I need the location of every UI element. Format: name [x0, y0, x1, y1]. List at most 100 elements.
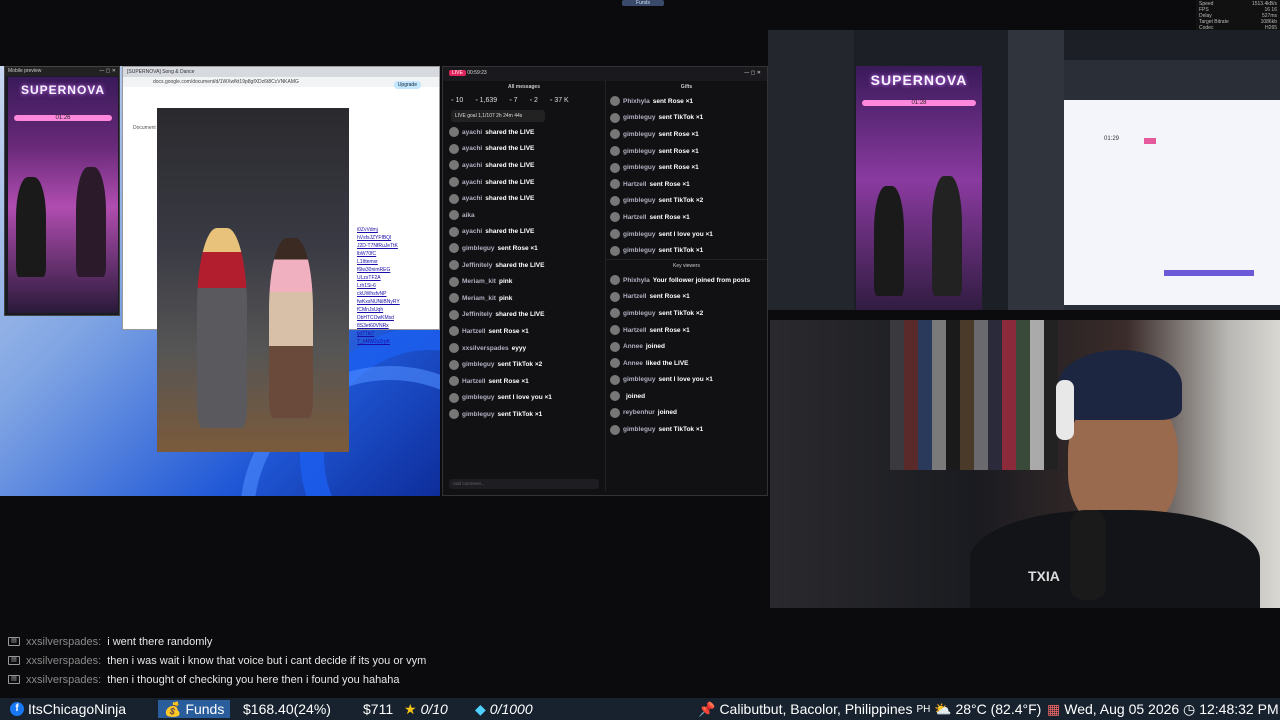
username[interactable]: gimbleguy — [623, 148, 656, 155]
live-goal[interactable]: LIVE goal 1,1/107 2h 24m 44s — [451, 110, 545, 122]
username[interactable]: gimbleguy — [623, 164, 656, 171]
document-link[interactable]: ckUWhsfvNP — [357, 291, 386, 297]
chat-message[interactable]: gimbleguy sent Rose ×1 — [445, 240, 603, 257]
chat-message[interactable]: reybenhur joined — [606, 405, 767, 422]
chat-message[interactable]: gimbleguy sent TikTok ×1 — [606, 110, 767, 127]
avatar[interactable] — [449, 376, 459, 387]
username[interactable]: ayachi — [462, 195, 482, 202]
username[interactable]: gimbleguy — [623, 247, 656, 254]
document-link[interactable]: f6lw30nimREG — [357, 267, 390, 273]
username[interactable]: xxsilverspades — [462, 345, 509, 352]
mobile-preview-window[interactable]: Mobile preview — ▢ ✕ SUPERNOVA 01:26 — [4, 66, 120, 316]
username[interactable]: gimbleguy — [623, 131, 656, 138]
avatar[interactable] — [610, 212, 620, 223]
chat-message[interactable]: Phixhyla Your follower joined from posts — [606, 272, 767, 289]
username[interactable]: ayachi — [462, 145, 482, 152]
username[interactable]: gimbleguy — [462, 394, 495, 401]
avatar[interactable] — [610, 245, 620, 256]
avatar[interactable] — [449, 276, 459, 287]
avatar[interactable] — [449, 260, 459, 271]
username[interactable]: aika — [462, 212, 475, 219]
avatar[interactable] — [449, 177, 459, 188]
chat-message[interactable]: Hartzell sent Rose ×1 — [445, 373, 603, 390]
chat-message[interactable]: ayachi shared the LIVE — [445, 157, 603, 174]
username[interactable]: Hartzell — [462, 328, 485, 335]
avatar[interactable] — [610, 358, 620, 369]
avatar[interactable] — [610, 195, 620, 206]
username[interactable]: gimbleguy — [623, 197, 656, 204]
avatar[interactable] — [449, 160, 459, 171]
username[interactable]: Hartzell — [623, 293, 646, 300]
avatar[interactable] — [449, 193, 459, 204]
chat-message[interactable]: gimbleguy sent TikTok ×2 — [445, 356, 603, 373]
document-link[interactable]: DbHTCOwKMsd — [357, 315, 394, 321]
avatar[interactable] — [610, 275, 620, 286]
document-link[interactable]: Lrh1Si-6 — [357, 283, 376, 289]
chat-message[interactable]: Hartzell sent Rose ×1 — [606, 176, 767, 193]
chat-message[interactable]: Hartzell sent Rose ×1 — [445, 323, 603, 340]
username[interactable]: Jeffinitely — [462, 262, 492, 269]
username[interactable]: gimbleguy — [623, 376, 656, 383]
username[interactable]: Hartzell — [623, 327, 646, 334]
upgrade-button[interactable]: Upgrade — [393, 81, 421, 89]
username[interactable]: Phixhyla — [623, 98, 650, 105]
chat-message[interactable]: gimbleguy sent TikTok ×2 — [606, 305, 767, 322]
chat-message[interactable]: ayachi shared the LIVE — [445, 190, 603, 207]
username[interactable]: gimbleguy — [623, 114, 656, 121]
chat-message[interactable]: Meriam_kit pink — [445, 273, 603, 290]
window-controls-icon[interactable]: — ▢ ✕ — [744, 70, 761, 78]
avatar[interactable] — [449, 293, 459, 304]
chat-message[interactable]: joined — [606, 388, 767, 405]
chat-message[interactable]: Hartzell sent Rose ×1 — [606, 209, 767, 226]
avatar[interactable] — [610, 96, 620, 107]
avatar[interactable] — [449, 243, 459, 254]
avatar[interactable] — [610, 308, 620, 319]
username[interactable]: Meriam_kit — [462, 295, 496, 302]
avatar[interactable] — [449, 326, 459, 337]
avatar[interactable] — [610, 407, 620, 418]
chat-message[interactable]: gimbleguy sent Rose ×1 — [606, 126, 767, 143]
chat-message[interactable]: gimbleguy sent I love you ×1 — [445, 390, 603, 407]
browser-tab[interactable]: [SUPERNOVA] Song & Dance — [123, 67, 439, 77]
avatar[interactable] — [610, 374, 620, 385]
document-link[interactable]: ULzsTF2A — [357, 275, 381, 281]
avatar[interactable] — [610, 341, 620, 352]
chat-message[interactable]: gimbleguy sent I love you ×1 — [606, 226, 767, 243]
document-link[interactable]: 8S3et60VNRx — [357, 323, 389, 329]
avatar[interactable] — [610, 391, 620, 402]
avatar[interactable] — [610, 229, 620, 240]
document-link[interactable]: ijd7Tkl7 — [357, 331, 374, 337]
chat-message[interactable]: aika — [445, 207, 603, 224]
username[interactable]: ayachi — [462, 179, 482, 186]
comment-input[interactable]: Add comment... — [449, 479, 599, 489]
username[interactable]: reybenhur — [623, 409, 655, 416]
avatar[interactable] — [449, 392, 459, 403]
chat-message[interactable]: gimbleguy sent TikTok ×1 — [606, 421, 767, 438]
username[interactable]: gimbleguy — [462, 361, 495, 368]
username[interactable]: Annee — [623, 343, 643, 350]
chat-message[interactable]: ayachi shared the LIVE — [445, 224, 603, 241]
chat-message[interactable]: gimbleguy sent TikTok ×1 — [445, 406, 603, 423]
username[interactable]: ayachi — [462, 129, 482, 136]
avatar[interactable] — [449, 226, 459, 237]
avatar[interactable] — [449, 359, 459, 370]
avatar[interactable] — [610, 179, 620, 190]
chat-message[interactable]: gimbleguy sent TikTok ×1 — [606, 242, 767, 259]
username[interactable]: gimbleguy — [623, 426, 656, 433]
avatar[interactable] — [449, 210, 459, 221]
avatar[interactable] — [449, 127, 459, 138]
chat-message[interactable]: ayachi shared the LIVE — [445, 141, 603, 158]
avatar[interactable] — [449, 143, 459, 154]
avatar[interactable] — [610, 325, 620, 336]
chat-message[interactable]: Annee liked the LIVE — [606, 355, 767, 372]
chat-message[interactable]: gimbleguy sent I love you ×1 — [606, 372, 767, 389]
username[interactable]: Hartzell — [462, 378, 485, 385]
username[interactable]: gimbleguy — [462, 411, 495, 418]
username[interactable]: ayachi — [462, 162, 482, 169]
username[interactable]: Meriam_kit — [462, 278, 496, 285]
chat-message[interactable]: Jeffinitely shared the LIVE — [445, 307, 603, 324]
avatar[interactable] — [449, 409, 459, 420]
document-link[interactable]: hVsfsJZYFfBQl — [357, 235, 391, 241]
username[interactable]: ayachi — [462, 228, 482, 235]
chat-message[interactable]: gimbleguy sent Rose ×1 — [606, 143, 767, 160]
